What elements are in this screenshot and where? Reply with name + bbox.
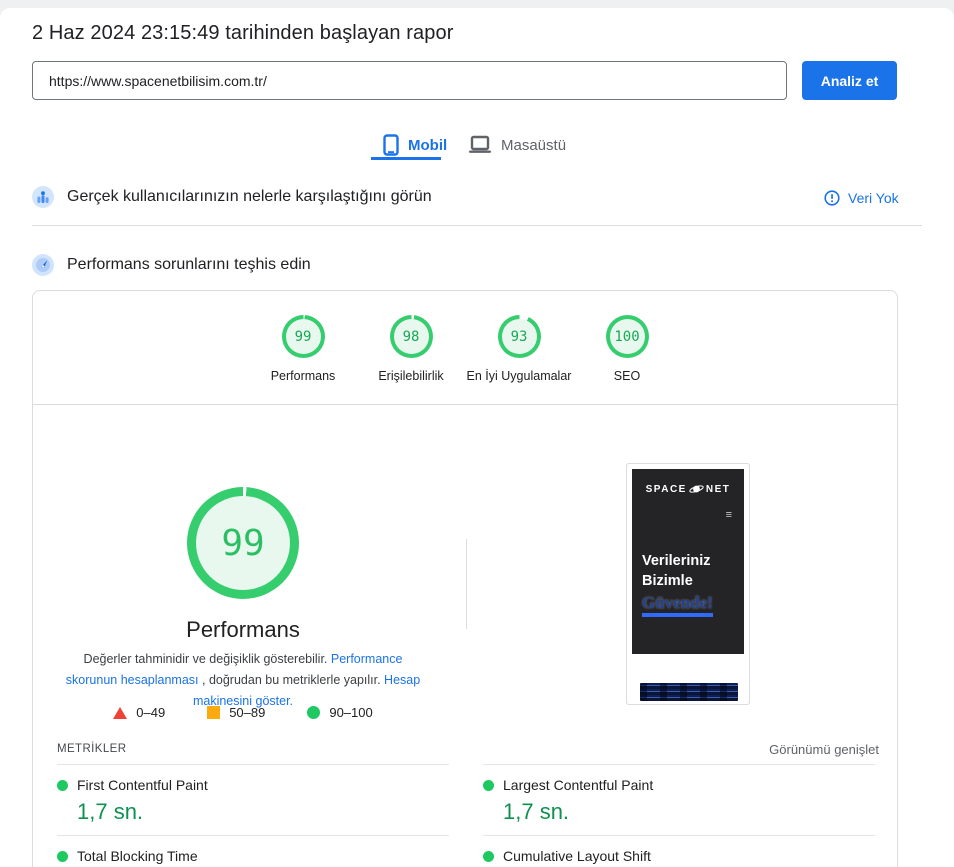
screenshot-headline: Verileriniz Bizimle Güvende! [642,551,713,617]
disclaimer-text: , doğrudan bu metriklerle yapılır. [198,673,385,687]
url-input[interactable] [32,61,787,100]
headline-accent: Güvende! [642,593,713,617]
section-divider [32,225,922,226]
card-divider [33,404,897,405]
analyze-button[interactable]: Analiz et [802,61,897,100]
page-screenshot-thumbnail[interactable]: SPACE NET ≡ Verileriniz Bizimle Güvende! [626,463,750,705]
desktop-icon [468,135,492,155]
legend-range: 50–89 [229,705,266,720]
spacenet-logo: SPACE NET [632,483,744,495]
score-performance[interactable]: 99 Performans [249,315,357,383]
score-ring: 93 [497,315,541,358]
planet-icon [689,483,704,495]
field-data-title: Gerçek kullanıcılarınızın nelerle karşıl… [67,188,432,205]
expand-view-link[interactable]: Görünümü genişlet [769,742,879,757]
metric-label: Total Blocking Time [77,848,198,864]
diagnose-title: Performans sorunlarını teşhis edin [67,256,311,273]
legend-range: 90–100 [329,705,373,720]
legend-good: 90–100 [307,705,373,720]
phone-icon [383,134,399,156]
score-label: En İyi Uygulamalar [466,369,572,383]
score-accessibility[interactable]: 98 Erişilebilirlik [357,315,465,383]
square-marker-icon [207,706,221,719]
alert-circle-icon [824,190,840,206]
logo-text-left: SPACE [645,483,687,495]
hamburger-menu-icon: ≡ [725,509,732,521]
headline-line: Verileriniz [642,553,711,569]
report-panel: 2 Haz 2024 23:15:49 tarihinden başlayan … [0,8,954,867]
score-value: 93 [501,319,537,354]
page-title: 2 Haz 2024 23:15:49 tarihinden başlayan … [32,22,454,44]
metric-value: 1,7 sn. [503,799,570,824]
tab-mobile[interactable]: Mobil [383,130,447,160]
legend-poor: 0–49 [113,705,165,720]
score-value: 99 [285,319,321,354]
metric-tbt: Total Blocking Time [57,835,449,867]
metric-label: First Contentful Paint [77,777,208,793]
metric-cls: Cumulative Layout Shift [483,835,875,867]
field-data-section: Gerçek kullanıcılarınızın nelerle karşıl… [32,186,432,208]
metrics-header: METRİKLER [57,743,127,755]
tab-desktop-label: Masaüstü [501,136,567,154]
users-icon [32,186,54,208]
metric-lcp: Largest Contentful Paint 1,7 sn. [483,764,875,835]
diagnose-section: Performans sorunlarını teşhis edin [32,254,311,276]
tab-mobile-label: Mobil [408,136,448,154]
score-value: 98 [393,319,429,354]
good-dot-icon [483,850,494,862]
score-label: Erişilebilirlik [378,369,444,383]
score-ring: 99 [281,315,325,358]
legend-range: 0–49 [136,705,166,720]
metric-label: Largest Contentful Paint [503,777,654,793]
performance-gauge-value: 99 [196,496,290,590]
good-dot-icon [57,779,68,791]
good-dot-icon [57,850,68,862]
score-legend: 0–49 50–89 90–100 [33,705,453,720]
good-dot-icon [483,779,494,791]
no-data-link: Veri Yok [848,190,899,206]
logo-text-right: NET [705,483,731,495]
score-ring: 98 [389,315,433,358]
score-best-practices[interactable]: 93 En İyi Uygulamalar [465,315,573,383]
performance-gauge: 99 [187,487,299,599]
headline-line: Bizimle [642,573,693,589]
score-label: Performans [270,369,336,383]
lighthouse-icon [32,254,54,276]
metrics-grid: First Contentful Paint 1,7 sn. Largest C… [57,764,875,867]
score-label: SEO [613,369,641,383]
score-ring: 100 [605,315,649,358]
score-seo[interactable]: 100 SEO [573,315,681,383]
performance-gauge-title: Performans [186,617,300,642]
score-disclaimer: Değerler tahminidir ve değişiklik göster… [63,649,423,712]
tab-desktop[interactable]: Masaüstü [468,130,566,160]
metric-label: Cumulative Layout Shift [503,848,651,864]
circle-marker-icon [307,706,321,719]
metric-fcp: First Contentful Paint 1,7 sn. [57,764,449,835]
legend-average: 50–89 [207,705,265,720]
field-data-status[interactable]: Veri Yok [824,190,899,206]
screenshot-hero: SPACE NET ≡ Verileriniz Bizimle Güvende! [632,469,744,654]
server-image [640,683,738,701]
triangle-marker-icon [113,706,128,719]
vertical-divider [466,539,467,629]
lighthouse-report-card: 99 Performans 98 Erişilebilirlik 93 En İ… [32,290,898,867]
active-tab-underline [371,157,441,160]
score-value: 100 [609,319,645,354]
metric-value: 1,7 sn. [77,799,144,824]
disclaimer-text: Değerler tahminidir ve değişiklik göster… [83,652,331,666]
category-scores-row: 99 Performans 98 Erişilebilirlik 93 En İ… [33,315,897,383]
